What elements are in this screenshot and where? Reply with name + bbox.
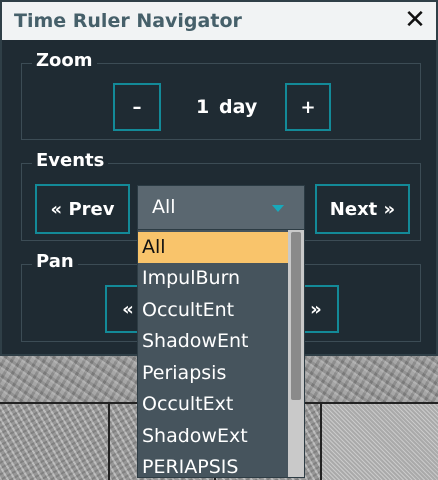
scrollbar-thumb[interactable] bbox=[291, 232, 301, 400]
dropdown-option[interactable]: ShadowExt bbox=[138, 421, 288, 452]
window-title: Time Ruler Navigator bbox=[14, 10, 242, 32]
events-legend: Events bbox=[32, 150, 109, 171]
zoom-in-button[interactable]: + bbox=[285, 83, 331, 131]
close-icon[interactable]: ✕ bbox=[402, 7, 428, 33]
event-filter-value: All bbox=[152, 196, 176, 218]
dropdown-option[interactable]: ImpulBurn bbox=[138, 263, 288, 294]
dropdown-option[interactable]: All bbox=[138, 232, 288, 263]
dropdown-option[interactable]: OccultEnt bbox=[138, 295, 288, 326]
event-filter-select[interactable]: All bbox=[137, 185, 305, 231]
map-tile bbox=[320, 402, 438, 480]
map-tile bbox=[0, 402, 110, 480]
pan-legend: Pan bbox=[32, 251, 78, 272]
dropdown-option[interactable]: Periapsis bbox=[138, 358, 288, 389]
zoom-unit: day bbox=[219, 96, 258, 118]
event-filter-dropdown[interactable]: All ImpulBurn OccultEnt ShadowEnt Periap… bbox=[137, 229, 305, 478]
title-bar[interactable]: Time Ruler Navigator ✕ bbox=[2, 2, 436, 40]
zoom-legend: Zoom bbox=[32, 50, 97, 71]
prev-event-button[interactable]: « Prev bbox=[35, 184, 130, 234]
zoom-out-button[interactable]: – bbox=[113, 83, 161, 131]
next-event-button[interactable]: Next » bbox=[315, 184, 410, 234]
caret-down-icon bbox=[272, 205, 284, 212]
zoom-value: 1 bbox=[196, 96, 210, 118]
dropdown-option[interactable]: ShadowEnt bbox=[138, 326, 288, 357]
dropdown-scrollbar[interactable] bbox=[288, 230, 304, 477]
dropdown-option[interactable]: OccultExt bbox=[138, 389, 288, 420]
dropdown-option[interactable]: PERIAPSIS bbox=[138, 452, 288, 477]
